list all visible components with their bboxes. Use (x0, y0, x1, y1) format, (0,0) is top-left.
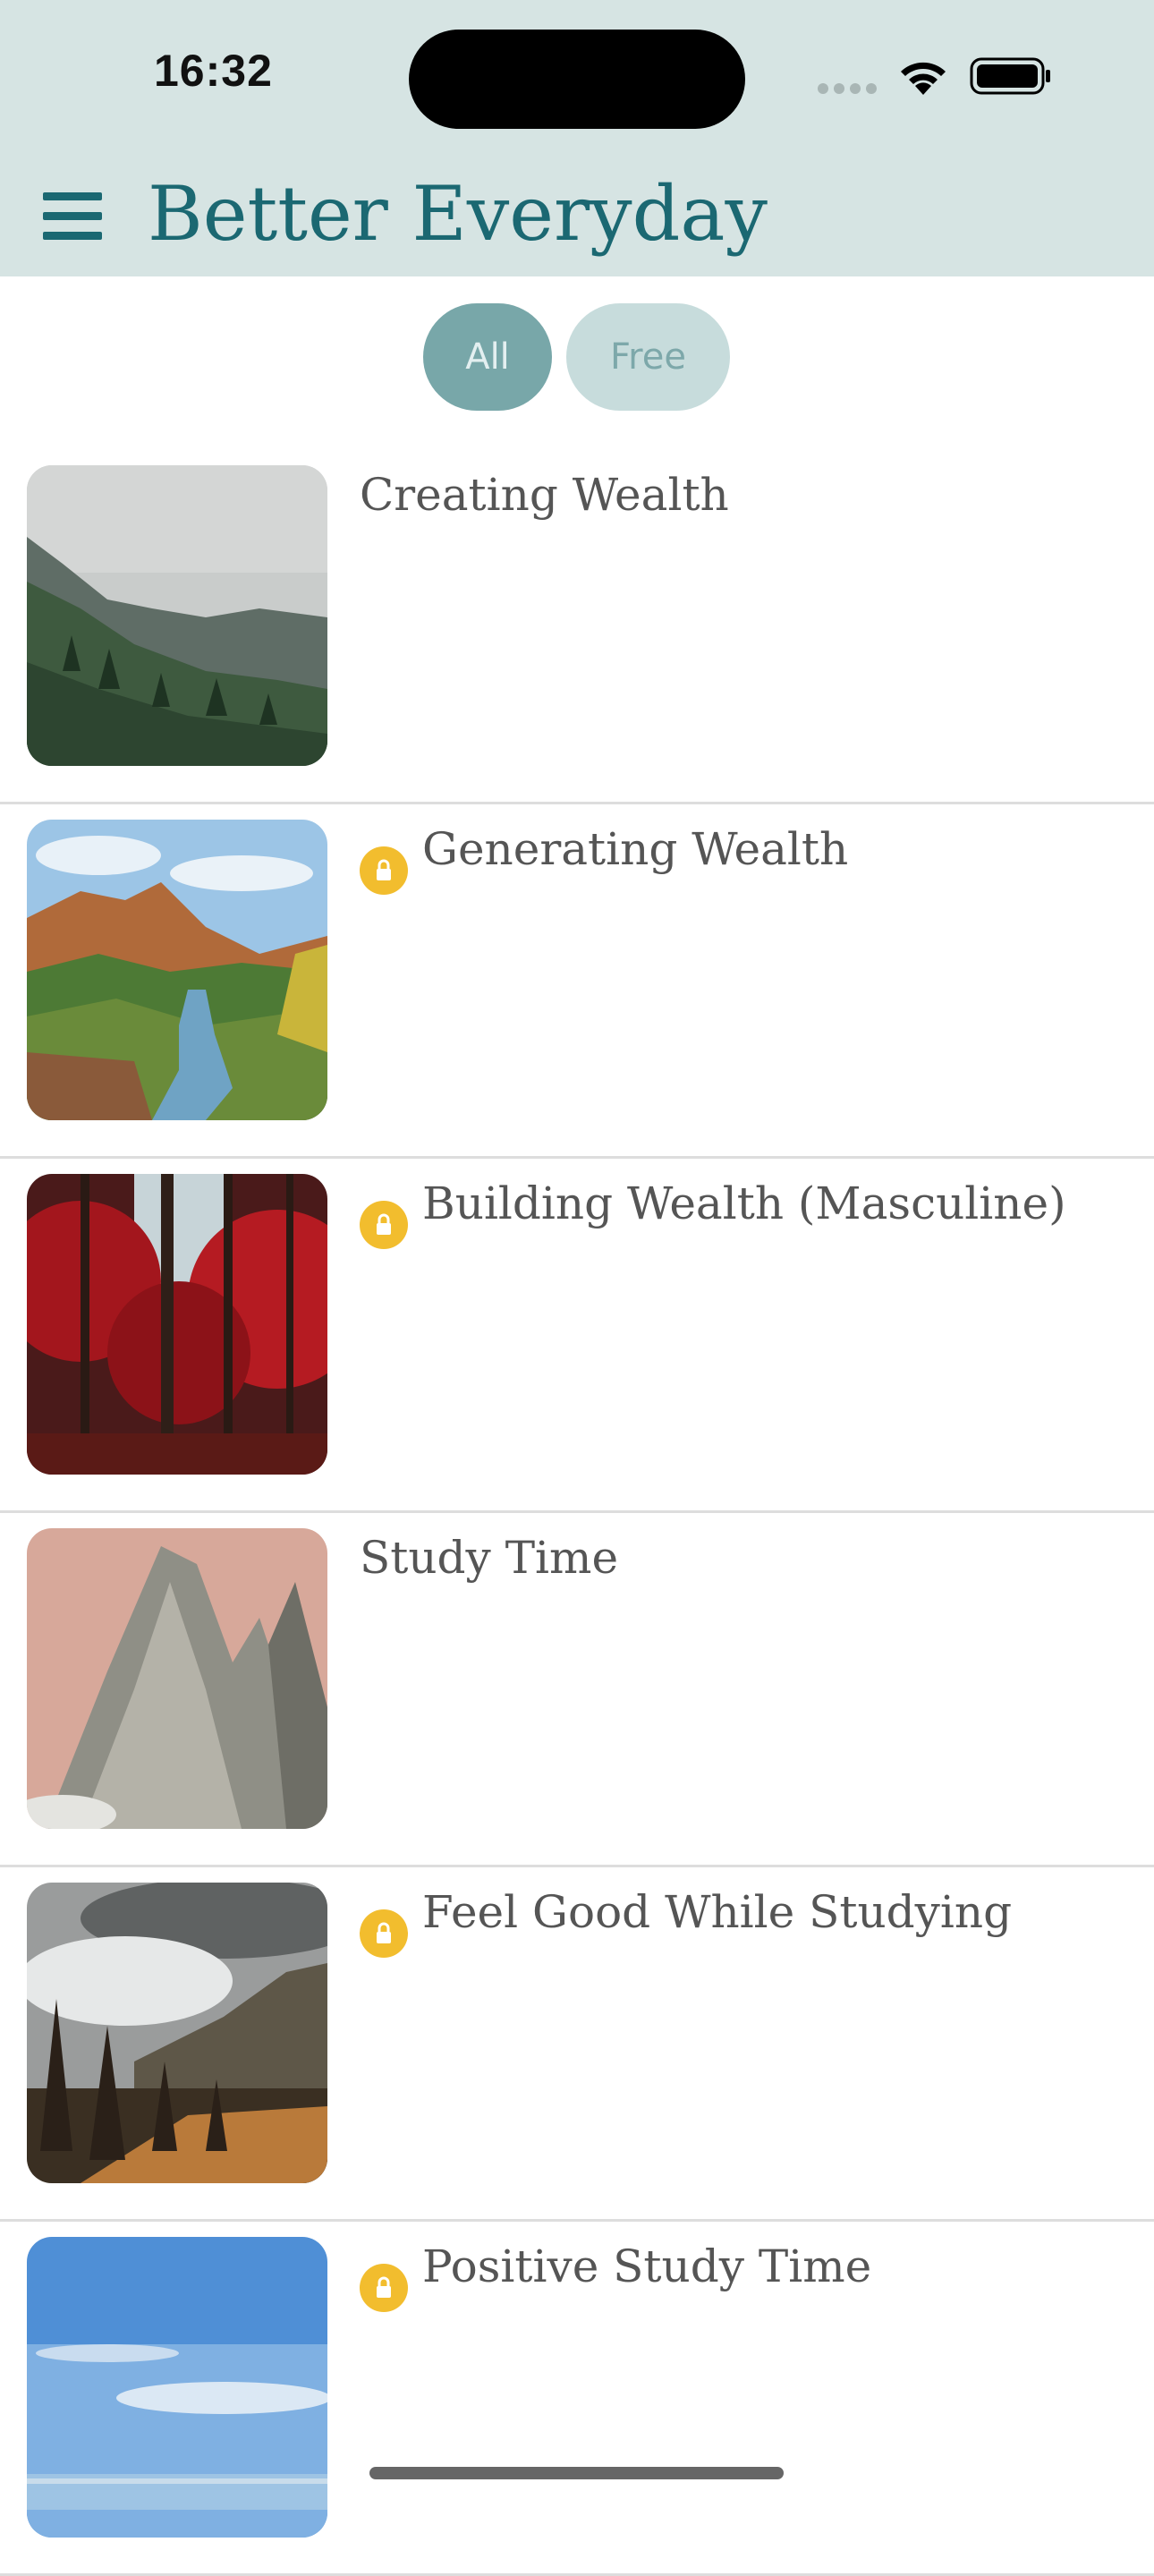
thumbnail-image (27, 465, 327, 766)
app-title: Better Everyday (148, 170, 768, 258)
header-bar: 16:32 Better Everyday (0, 0, 1154, 276)
thumbnail-image (27, 1883, 327, 2183)
list-item-feel-good-while-studying[interactable]: Feel Good While Studying (0, 1865, 1154, 2222)
list-item-positive-study-time[interactable]: Positive Study Time (0, 2219, 1154, 2576)
signal-dots-icon (818, 83, 877, 94)
list-item-study-time[interactable]: Study Time (0, 1510, 1154, 1867)
thumbnail-image (27, 1528, 327, 1829)
list-item-building-wealth-masculine[interactable]: Building Wealth (Masculine) (0, 1156, 1154, 1513)
lock-icon (360, 1201, 408, 1249)
filter-free-button[interactable]: Free (566, 303, 730, 411)
hamburger-menu-icon[interactable] (43, 192, 102, 241)
battery-icon (970, 57, 1050, 95)
dynamic-island (409, 30, 745, 129)
thumbnail-image (27, 2237, 327, 2538)
list-item-generating-wealth[interactable]: Generating Wealth (0, 802, 1154, 1159)
home-indicator[interactable] (369, 2467, 784, 2479)
lock-icon (360, 2264, 408, 2312)
thumbnail-image (27, 1174, 327, 1475)
thumbnail-image (27, 820, 327, 1120)
item-title: Positive Study Time (422, 2240, 872, 2292)
list-item-creating-wealth[interactable]: Creating Wealth (0, 447, 1154, 804)
status-time: 16:32 (154, 46, 273, 96)
item-title: Creating Wealth (360, 469, 729, 521)
wifi-icon (901, 62, 946, 95)
filter-all-button[interactable]: All (423, 303, 552, 411)
item-title: Study Time (360, 1532, 619, 1584)
item-title: Building Wealth (Masculine) (422, 1177, 1066, 1229)
lock-icon (360, 1909, 408, 1958)
item-title: Generating Wealth (422, 823, 849, 875)
lock-icon (360, 846, 408, 895)
item-title: Feel Good While Studying (422, 1886, 1013, 1938)
